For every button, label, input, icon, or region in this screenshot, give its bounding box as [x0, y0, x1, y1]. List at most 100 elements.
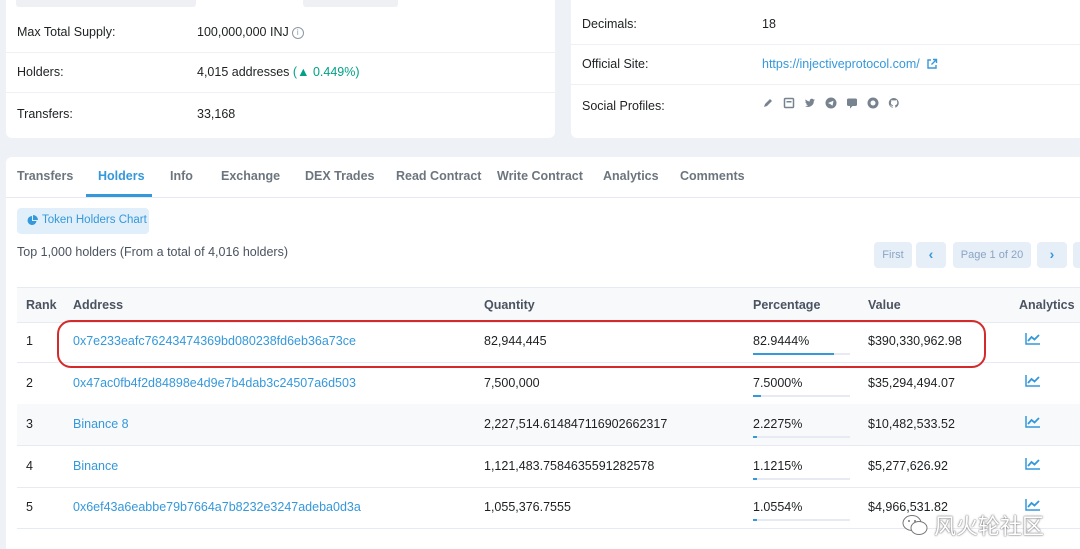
percentage-cell: 2.2275% — [753, 417, 803, 431]
percentage-bar — [753, 477, 850, 480]
top-strip — [6, 0, 555, 12]
github-icon[interactable] — [888, 97, 900, 109]
tab-write-contract[interactable]: Write Contract — [497, 169, 583, 183]
token-overview-card: Max Total Supply: 100,000,000 INJ i Holde… — [6, 0, 555, 138]
pencil-icon[interactable] — [762, 97, 774, 109]
pager-prev-button[interactable]: ‹ — [916, 242, 946, 268]
up-arrow-icon: ▲ — [297, 65, 310, 79]
pager-page-indicator: Page 1 of 20 — [953, 242, 1031, 268]
tab-dex-trades[interactable]: DEX Trades — [305, 169, 374, 183]
analytics-chart-icon[interactable] — [1025, 374, 1041, 390]
tab-exchange[interactable]: Exchange — [221, 169, 280, 183]
header-quantity: Quantity — [484, 298, 535, 312]
official-site-link[interactable]: https://injectiveprotocol.com/ — [762, 57, 920, 71]
holders-summary: Top 1,000 holders (From a total of 4,016… — [17, 245, 288, 259]
percentage-bar — [753, 519, 850, 521]
rank-cell: 2 — [26, 375, 33, 390]
address-link[interactable]: 0x47ac0fb4f2d84898e4d9e7b4dab3c24507a6d5… — [73, 376, 356, 390]
rank-cell: 3 — [26, 417, 33, 431]
value-cell: $5,277,626.92 — [868, 458, 948, 473]
quantity-cell: 1,121,483.7584635591282578 — [484, 458, 655, 473]
address-link[interactable]: Binance 8 — [73, 417, 129, 431]
telegram-icon[interactable] — [825, 97, 837, 109]
table-row: 3 Binance 8 2,227,514.614847116902662317 2.… — [17, 404, 1080, 446]
row-label: Max Total Supply: — [17, 25, 116, 39]
header-rank: Rank — [26, 298, 57, 312]
twitter-icon[interactable] — [804, 97, 816, 109]
percentage-cell: 1.1215% — [753, 458, 803, 473]
watermark: 风火轮社区 — [902, 509, 1044, 541]
percentage-cell: 1.0554% — [753, 500, 803, 514]
decimals-value: 18 — [762, 17, 776, 31]
row-value: https://injectiveprotocol.com/ — [762, 57, 938, 73]
row-label: Holders: — [17, 65, 64, 79]
tab-analytics[interactable]: Analytics — [603, 169, 659, 183]
address-link[interactable]: Binance — [73, 459, 118, 473]
quantity-cell: 1,055,376.7555 — [484, 500, 571, 514]
wechat-icon — [902, 515, 928, 535]
holders-change: (▲ 0.449%) — [292, 65, 360, 79]
pager-next-button[interactable]: › — [1037, 242, 1067, 268]
transfers-value: 33,168 — [197, 107, 236, 121]
blog-icon[interactable] — [783, 97, 795, 109]
header-percentage: Percentage — [753, 298, 821, 312]
percentage-bar-fill — [753, 519, 757, 521]
header-analytics: Analytics — [1019, 298, 1075, 312]
external-link-icon[interactable] — [926, 58, 938, 73]
tab-holders[interactable]: Holders — [98, 169, 145, 183]
percentage-bar-fill — [753, 394, 761, 397]
percentage-bar — [753, 394, 850, 397]
quantity-cell: 7,500,000 — [484, 375, 540, 390]
overview-row-social: Social Profiles: — [571, 86, 1080, 126]
holders-value: 4,015 addresses — [197, 65, 290, 79]
percentage-bar-fill — [753, 436, 757, 438]
analytics-chart-icon[interactable] — [1025, 415, 1041, 431]
chat-icon[interactable] — [846, 97, 858, 109]
row-value: 4,015 addresses (▲ 0.449%) — [197, 65, 360, 79]
rank-cell: 4 — [26, 458, 33, 473]
header-address: Address — [73, 298, 124, 312]
overview-row-max-supply: Max Total Supply: 100,000,000 INJ i — [6, 12, 555, 53]
rank-cell: 1 — [26, 334, 33, 348]
tab-info[interactable]: Info — [170, 169, 193, 183]
table-row: 4 Binance 1,121,483.7584635591282578 1.1215… — [17, 446, 1080, 488]
pager-first-button[interactable]: First — [874, 242, 912, 268]
tab-transfers[interactable]: Transfers — [17, 169, 73, 183]
watermark-text: 风火轮社区 — [933, 515, 1044, 540]
overview-row-transfers: Transfers: 33,168 — [6, 94, 555, 134]
tab-read-contract[interactable]: Read Contract — [396, 169, 481, 183]
max-supply-value: 100,000,000 INJ — [197, 25, 289, 39]
row-label: Official Site: — [582, 57, 649, 71]
row-label: Decimals: — [582, 17, 637, 31]
highlight-annotation — [57, 320, 986, 368]
token-holders-chart-button[interactable]: Token Holders Chart — [17, 208, 149, 234]
cut-off-element — [303, 0, 398, 7]
address-link[interactable]: 0x6ef43a6eabbe79b7664a7b8232e3247adeba0d… — [73, 500, 361, 514]
holders-change-value: 0.449% — [312, 65, 356, 79]
table-row: 2 0x47ac0fb4f2d84898e4d9e7b4dab3c24507a6d… — [17, 363, 1080, 405]
header-value: Value — [868, 298, 901, 312]
percentage-bar — [753, 436, 850, 438]
active-tab-indicator — [86, 194, 152, 197]
row-label: Transfers: — [17, 107, 73, 121]
button-label: Token Holders Chart — [42, 214, 147, 226]
tab-bar: Transfers Holders Info Exchange DEX Trad… — [6, 157, 1080, 198]
coinmarketcap-icon[interactable] — [867, 97, 879, 109]
social-icons — [762, 97, 900, 109]
pager-last-button[interactable] — [1073, 242, 1080, 268]
info-icon[interactable]: i — [291, 27, 304, 39]
chevron-left-icon: ‹ — [928, 246, 934, 262]
rank-cell: 5 — [26, 500, 33, 514]
overview-row-decimals: Decimals: 18 — [571, 4, 1080, 45]
value-cell: $10,482,533.52 — [868, 417, 955, 431]
analytics-chart-icon[interactable] — [1025, 332, 1041, 348]
quantity-cell: 2,227,514.614847116902662317 — [484, 417, 668, 431]
cut-off-element — [16, 0, 196, 7]
pie-chart-icon — [27, 215, 38, 229]
analytics-chart-icon[interactable] — [1025, 457, 1041, 473]
percentage-bar-fill — [753, 477, 757, 480]
tab-comments[interactable]: Comments — [680, 169, 745, 183]
value-cell: $35,294,494.07 — [868, 375, 955, 390]
chevron-right-icon: › — [1049, 246, 1055, 262]
overview-row-official-site: Official Site: https://injectiveprotocol… — [571, 44, 1080, 85]
